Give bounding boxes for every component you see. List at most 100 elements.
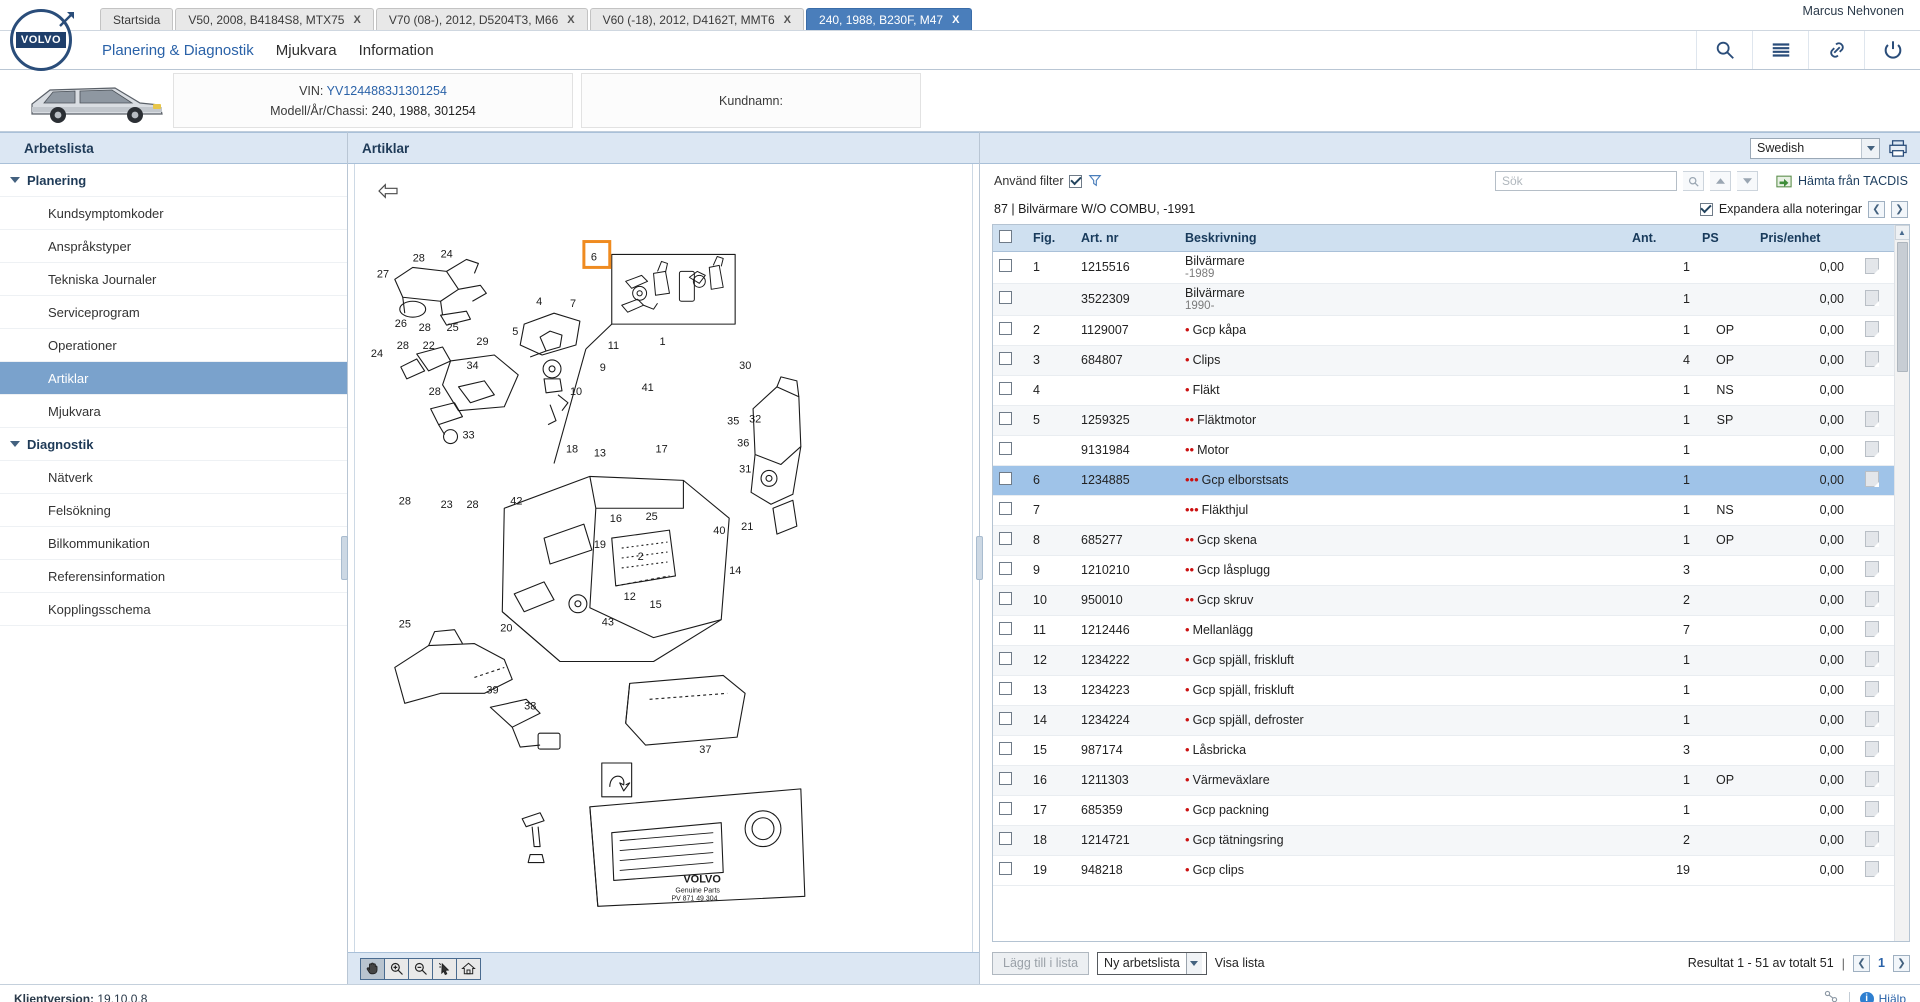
table-row[interactable]: 61234885•••Gcp elborstsats10,00	[993, 465, 1894, 495]
note-icon[interactable]	[1865, 651, 1879, 667]
tab-3[interactable]: V60 (-18), 2012, D4162T, MMT6X	[590, 8, 804, 30]
power-icon[interactable]	[1864, 31, 1920, 69]
note-icon[interactable]	[1865, 711, 1879, 727]
row-checkbox[interactable]	[999, 682, 1012, 695]
volvo-logo[interactable]: VOLVO	[10, 9, 86, 71]
row-checkbox[interactable]	[999, 352, 1012, 365]
tab-2[interactable]: V70 (08-), 2012, D5204T3, M66X	[376, 8, 588, 30]
table-row[interactable]: 10950010••Gcp skruv20,00	[993, 585, 1894, 615]
note-icon[interactable]	[1865, 411, 1879, 427]
tab-0[interactable]: Startsida	[100, 8, 173, 30]
sidebar-item-artiklar[interactable]: Artiklar	[0, 362, 347, 395]
search-input[interactable]	[1495, 171, 1677, 191]
sidebar-item-kundsymptomkoder[interactable]: Kundsymptomkoder	[0, 197, 347, 230]
sidebar-item-planering[interactable]: Planering	[0, 164, 347, 197]
sidebar-item-serviceprogram[interactable]: Serviceprogram	[0, 296, 347, 329]
row-checkbox[interactable]	[999, 259, 1012, 272]
table-row[interactable]: 15987174•Låsbricka30,00	[993, 735, 1894, 765]
table-row[interactable]: 21129007•Gcp kåpa1OP0,00	[993, 315, 1894, 345]
fetch-from-tacdis-button[interactable]: Hämta från TACDIS	[1776, 174, 1908, 189]
sidebar-item-anspr-kstyper[interactable]: Anspråkstyper	[0, 230, 347, 263]
note-icon[interactable]	[1865, 561, 1879, 577]
funnel-icon[interactable]	[1088, 173, 1102, 190]
worklist-select[interactable]: Ny arbetslista	[1097, 952, 1207, 975]
close-icon[interactable]: X	[353, 14, 360, 26]
sidebar-item-operationer[interactable]: Operationer	[0, 329, 347, 362]
row-checkbox[interactable]	[999, 412, 1012, 425]
row-checkbox[interactable]	[999, 532, 1012, 545]
note-icon[interactable]	[1865, 861, 1879, 877]
table-row[interactable]: 181214721•Gcp tätningsring20,00	[993, 825, 1894, 855]
back-arrow-icon[interactable]	[377, 182, 399, 200]
diagram-resize-grip[interactable]	[976, 536, 983, 580]
col-ps[interactable]: PS	[1696, 225, 1754, 251]
table-row[interactable]: 17685359•Gcp packning10,00	[993, 795, 1894, 825]
row-checkbox[interactable]	[999, 322, 1012, 335]
table-row[interactable]: 9131984••Motor10,00	[993, 435, 1894, 465]
row-checkbox[interactable]	[999, 652, 1012, 665]
row-checkbox[interactable]	[999, 562, 1012, 575]
add-to-list-button[interactable]: Lägg till i lista	[992, 952, 1089, 975]
sidebar-item-diagnostik[interactable]: Diagnostik	[0, 428, 347, 461]
sidebar-item-bilkommunikation[interactable]: Bilkommunikation	[0, 527, 347, 560]
help-link[interactable]: i Hjälp	[1860, 992, 1906, 1002]
pan-hand-icon[interactable]	[360, 958, 385, 980]
table-row[interactable]: 11215516Bilvärmare-198910,00	[993, 251, 1894, 283]
printer-icon[interactable]	[1888, 139, 1908, 157]
table-row[interactable]: 3684807•Clips4OP0,00	[993, 345, 1894, 375]
col-price[interactable]: Pris/enhet	[1754, 225, 1850, 251]
col-desc[interactable]: Beskrivning	[1179, 225, 1626, 251]
table-row[interactable]: 111212446•Mellanlägg70,00	[993, 615, 1894, 645]
table-row[interactable]: 8685277••Gcp skena1OP0,00	[993, 525, 1894, 555]
row-checkbox[interactable]	[999, 832, 1012, 845]
table-row[interactable]: 51259325••Fläktmotor1SP0,00	[993, 405, 1894, 435]
zoom-out-icon[interactable]	[408, 958, 433, 980]
menu-item-2[interactable]: Information	[357, 38, 436, 63]
show-list-button[interactable]: Visa lista	[1215, 956, 1265, 970]
note-icon[interactable]	[1865, 290, 1879, 306]
row-checkbox[interactable]	[999, 772, 1012, 785]
row-checkbox[interactable]	[999, 802, 1012, 815]
row-checkbox[interactable]	[999, 291, 1012, 304]
expand-notes-checkbox[interactable]	[1700, 203, 1713, 216]
sidebar-item-referensinformation[interactable]: Referensinformation	[0, 560, 347, 593]
prev-category-button[interactable]: ❮	[1868, 201, 1885, 218]
menu-item-0[interactable]: Planering & Diagnostik	[100, 38, 256, 63]
search-field[interactable]	[1502, 174, 1676, 188]
table-row[interactable]: 19948218•Gcp clips190,00	[993, 855, 1894, 885]
table-row[interactable]: 3522309Bilvärmare1990-10,00	[993, 283, 1894, 315]
table-row[interactable]: 161211303•Värmeväxlare1OP0,00	[993, 765, 1894, 795]
close-icon[interactable]: X	[567, 14, 574, 26]
sidebar-header[interactable]: Arbetslista	[0, 132, 347, 164]
note-icon[interactable]	[1865, 531, 1879, 547]
page-prev-button[interactable]: ❮	[1853, 955, 1870, 972]
zoom-in-icon[interactable]	[384, 958, 409, 980]
table-row[interactable]: 141234224•Gcp spjäll, defroster10,00	[993, 705, 1894, 735]
note-icon[interactable]	[1865, 681, 1879, 697]
sidebar-item-n-tverk[interactable]: Nätverk	[0, 461, 347, 494]
language-select[interactable]: Swedish	[1750, 138, 1880, 159]
scroll-thumb[interactable]	[1897, 242, 1908, 372]
note-icon[interactable]	[1865, 741, 1879, 757]
link-icon[interactable]	[1808, 31, 1864, 69]
col-art[interactable]: Art. nr	[1075, 225, 1179, 251]
note-icon[interactable]	[1865, 771, 1879, 787]
page-number[interactable]: 1	[1878, 956, 1885, 970]
menu-item-1[interactable]: Mjukvara	[274, 38, 339, 63]
note-icon[interactable]	[1865, 621, 1879, 637]
note-icon[interactable]	[1865, 591, 1879, 607]
row-checkbox[interactable]	[999, 622, 1012, 635]
sidebar-resize-grip[interactable]	[341, 536, 348, 580]
close-icon[interactable]: X	[952, 14, 959, 26]
parts-exploded-diagram[interactable]: VOLVO Genuine Parts PV 871 49 304 272824…	[355, 164, 972, 952]
tab-1[interactable]: V50, 2008, B4184S8, MTX75X	[175, 8, 373, 30]
note-icon[interactable]	[1865, 258, 1879, 274]
sidebar-item-tekniska-journaler[interactable]: Tekniska Journaler	[0, 263, 347, 296]
row-checkbox[interactable]	[999, 382, 1012, 395]
note-icon[interactable]	[1865, 321, 1879, 337]
note-icon[interactable]	[1865, 471, 1879, 487]
diagram-viewport[interactable]: VOLVO Genuine Parts PV 871 49 304 272824…	[354, 164, 973, 952]
table-row[interactable]: 121234222•Gcp spjäll, friskluft10,00	[993, 645, 1894, 675]
select-all-checkbox[interactable]	[999, 230, 1012, 243]
use-filter-checkbox[interactable]	[1069, 175, 1082, 188]
